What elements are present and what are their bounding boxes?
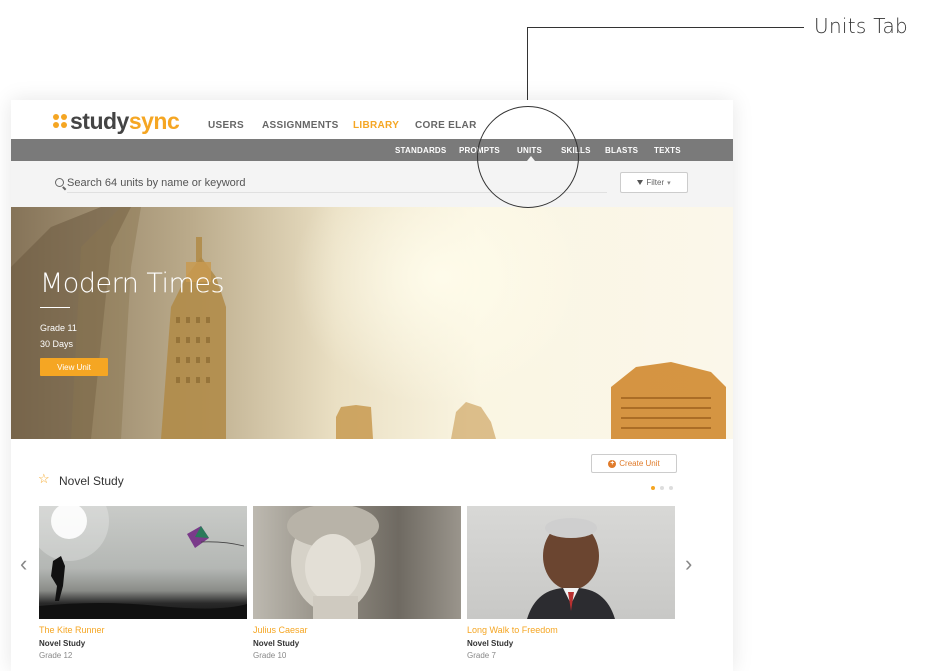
nav-core-elar[interactable]: CORE ELAR [415,120,477,131]
unit-card[interactable]: The Kite Runner Novel Study Grade 12 [39,506,247,660]
callout-label: Units Tab [814,14,909,38]
unit-card[interactable]: Long Walk to Freedom Novel Study Grade 7 [467,506,675,660]
unit-card-title[interactable]: The Kite Runner [39,625,247,635]
top-navigation-bar: studysync USERS ASSIGNMENTS LIBRARY CORE… [11,100,733,139]
chevron-left-icon[interactable]: ‹ [20,553,27,575]
unit-card-title[interactable]: Julius Caesar [253,625,461,635]
chevron-right-icon[interactable]: › [685,553,692,575]
unit-card-type: Novel Study [39,639,86,648]
star-icon[interactable]: ☆ [38,472,50,486]
callout-line-horizontal [527,27,804,28]
unit-card-type: Novel Study [467,639,514,648]
filter-button[interactable]: Filter ▾ [620,172,688,193]
featured-unit-banner: Modern Times Grade 11 30 Days View Unit [11,207,733,439]
hero-duration: 30 Days [40,339,74,349]
tab-blasts[interactable]: BLASTS [605,146,638,155]
logo-wordmark: studysync [70,108,180,134]
callout-line-vertical [527,27,528,107]
unit-card-type: Novel Study [253,639,300,648]
hero-grade: Grade 11 [40,323,77,333]
carousel-dot[interactable] [669,486,673,490]
unit-card-grade: Grade 7 [467,651,496,660]
hero-skyline-image [11,207,726,439]
hero-title: Modern Times [40,268,225,299]
tab-standards[interactable]: STANDARDS [395,146,446,155]
carousel-dot[interactable] [660,486,664,490]
unit-card-grade: Grade 12 [39,651,73,660]
chevron-down-icon: ▾ [667,179,671,187]
studysync-logo[interactable]: studysync [53,108,180,134]
carousel-dot[interactable] [651,486,655,490]
app-window: studysync USERS ASSIGNMENTS LIBRARY CORE… [11,100,733,671]
filter-label: Filter [646,178,665,187]
filter-icon [637,180,644,185]
logo-dots-icon [53,114,67,128]
nav-assignments[interactable]: ASSIGNMENTS [262,120,339,131]
search-bar-row: Filter ▾ [11,161,733,207]
tab-texts[interactable]: TEXTS [654,146,681,155]
create-unit-button[interactable]: + Create Unit [591,454,677,473]
unit-card-image [467,506,675,619]
callout-highlight-circle [477,106,579,208]
unit-card-grade: Grade 10 [253,651,287,660]
create-unit-label: Create Unit [619,459,660,468]
view-unit-button[interactable]: View Unit [40,358,108,376]
library-subnav: STANDARDS PROMPTS UNITS SKILLS BLASTS TE… [11,139,733,161]
nav-library[interactable]: LIBRARY [353,120,399,131]
nav-users[interactable]: USERS [208,120,244,131]
unit-card-title[interactable]: Long Walk to Freedom [467,625,675,635]
plus-icon: + [608,459,617,468]
carousel-pagination [651,486,678,490]
unit-card-image [253,506,461,619]
unit-card-image [39,506,247,619]
hero-divider [40,307,70,308]
unit-card[interactable]: Julius Caesar Novel Study Grade 10 [253,506,461,660]
search-icon [55,178,64,187]
section-title: Novel Study [59,474,124,488]
